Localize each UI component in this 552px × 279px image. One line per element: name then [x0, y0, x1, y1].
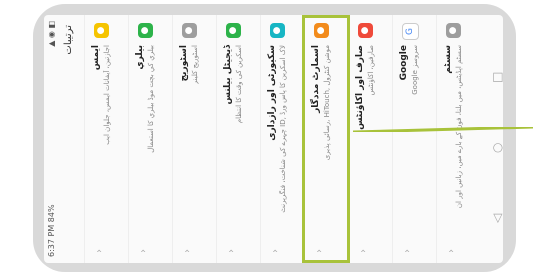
chevron-icon: ›	[358, 249, 369, 253]
settings-item-subtitle: اجازتين، آيفانات ايمس، جلوان ايب	[103, 45, 111, 145]
settings-item[interactable]: ● ايمس اجازتين، آيفانات ايمس، جلوان ايب ›	[84, 15, 128, 263]
settings-item-subtitle: اسٹوریج کلینر	[191, 45, 199, 85]
grid-icon: ●	[94, 23, 109, 38]
page-title: ترتيبات	[63, 25, 74, 55]
settings-item-subtitle: بيلري كي بچت موڈ بيلري كا استعمال	[147, 45, 155, 153]
chevron-icon: ›	[270, 249, 281, 253]
settings-item-title: اسٹوریج	[179, 45, 189, 82]
back-icon[interactable]: ◁	[490, 214, 503, 223]
settings-item-title: Google	[399, 45, 409, 81]
recents-icon[interactable]: □	[490, 72, 503, 83]
google-icon: G	[402, 23, 419, 40]
settings-item-title: ايمس	[91, 45, 101, 71]
chevron-icon: ›	[182, 249, 193, 253]
settings-item[interactable]: ● بیلري بيلري كي بچت موڈ بيلري كا استعمال ›	[128, 15, 172, 263]
settings-item-title: سسٹم	[443, 45, 453, 74]
chevron-icon: ›	[226, 249, 237, 253]
chevron-icon: ›	[94, 249, 105, 253]
rotated-settings-view: 6:37 PM 84% ▲ ◉ ◧ ترتيبات ● ايمس اجازتين، …	[44, 15, 503, 263]
settings-item[interactable]: ● اسٹوریج اسٹوریج کلینر ›	[172, 15, 216, 263]
system-icon: ●	[446, 23, 461, 38]
chevron-icon: ›	[402, 249, 413, 253]
settings-item-subtitle: چہرے کی شناخت، فنگرپرنٹ ID, لاک اسکرین ک…	[279, 45, 287, 213]
settings-item-subtitle: اسکرین کی وقت کا انتظام	[235, 45, 243, 124]
status-icons: ▲ ◉ ◧	[46, 21, 56, 47]
settings-item-title: بیلري	[135, 45, 145, 70]
settings-item[interactable]: ● ڈیجیٹل بیلنس اسکرین کی وقت کا انتظام ›	[216, 15, 260, 263]
settings-item-title: سکیورٹی اور رازداری	[267, 45, 277, 141]
nav-bar: ◁ ○ □	[484, 15, 503, 263]
shield-icon: ●	[270, 23, 285, 38]
chevron-icon: ›	[138, 249, 149, 253]
status-bar: 6:37 PM 84% ▲ ◉ ◧	[44, 15, 58, 263]
settings-item[interactable]: ● سکیورٹی اور رازداری چہرے کی شناخت، فنگرپ…	[260, 15, 304, 263]
chevron-icon: ›	[446, 249, 457, 253]
settings-item[interactable]: G Google Google سروسز ›	[392, 15, 436, 263]
balance-icon: ●	[226, 23, 241, 38]
highlight-box	[302, 15, 350, 263]
phone-screen: 6:37 PM 84% ▲ ◉ ◧ ترتيبات ● ايمس اجازتين، …	[44, 15, 503, 263]
settings-item-subtitle: Google سروسز	[411, 45, 419, 95]
callout-line	[353, 127, 533, 132]
storage-icon: ●	[182, 23, 197, 38]
settings-item-title: ڈیجیٹل بیلنس	[223, 45, 233, 105]
settings-item-subtitle: صارفین، اکاؤنٹس	[367, 45, 375, 96]
settings-item[interactable]: ● سسٹم سسٹم اپڈیٹس، میں بلنا، فون کے بارے …	[436, 15, 480, 263]
home-icon[interactable]: ○	[490, 143, 503, 153]
user-icon: ●	[358, 23, 373, 38]
settings-item-title: صارف اور اکاؤنٹس	[355, 45, 365, 130]
status-time: 6:37 PM 84%	[46, 204, 56, 257]
battery-icon: ●	[138, 23, 153, 38]
settings-item[interactable]: ● صارف اور اکاؤنٹس صارفین، اکاؤنٹس ›	[348, 15, 392, 263]
